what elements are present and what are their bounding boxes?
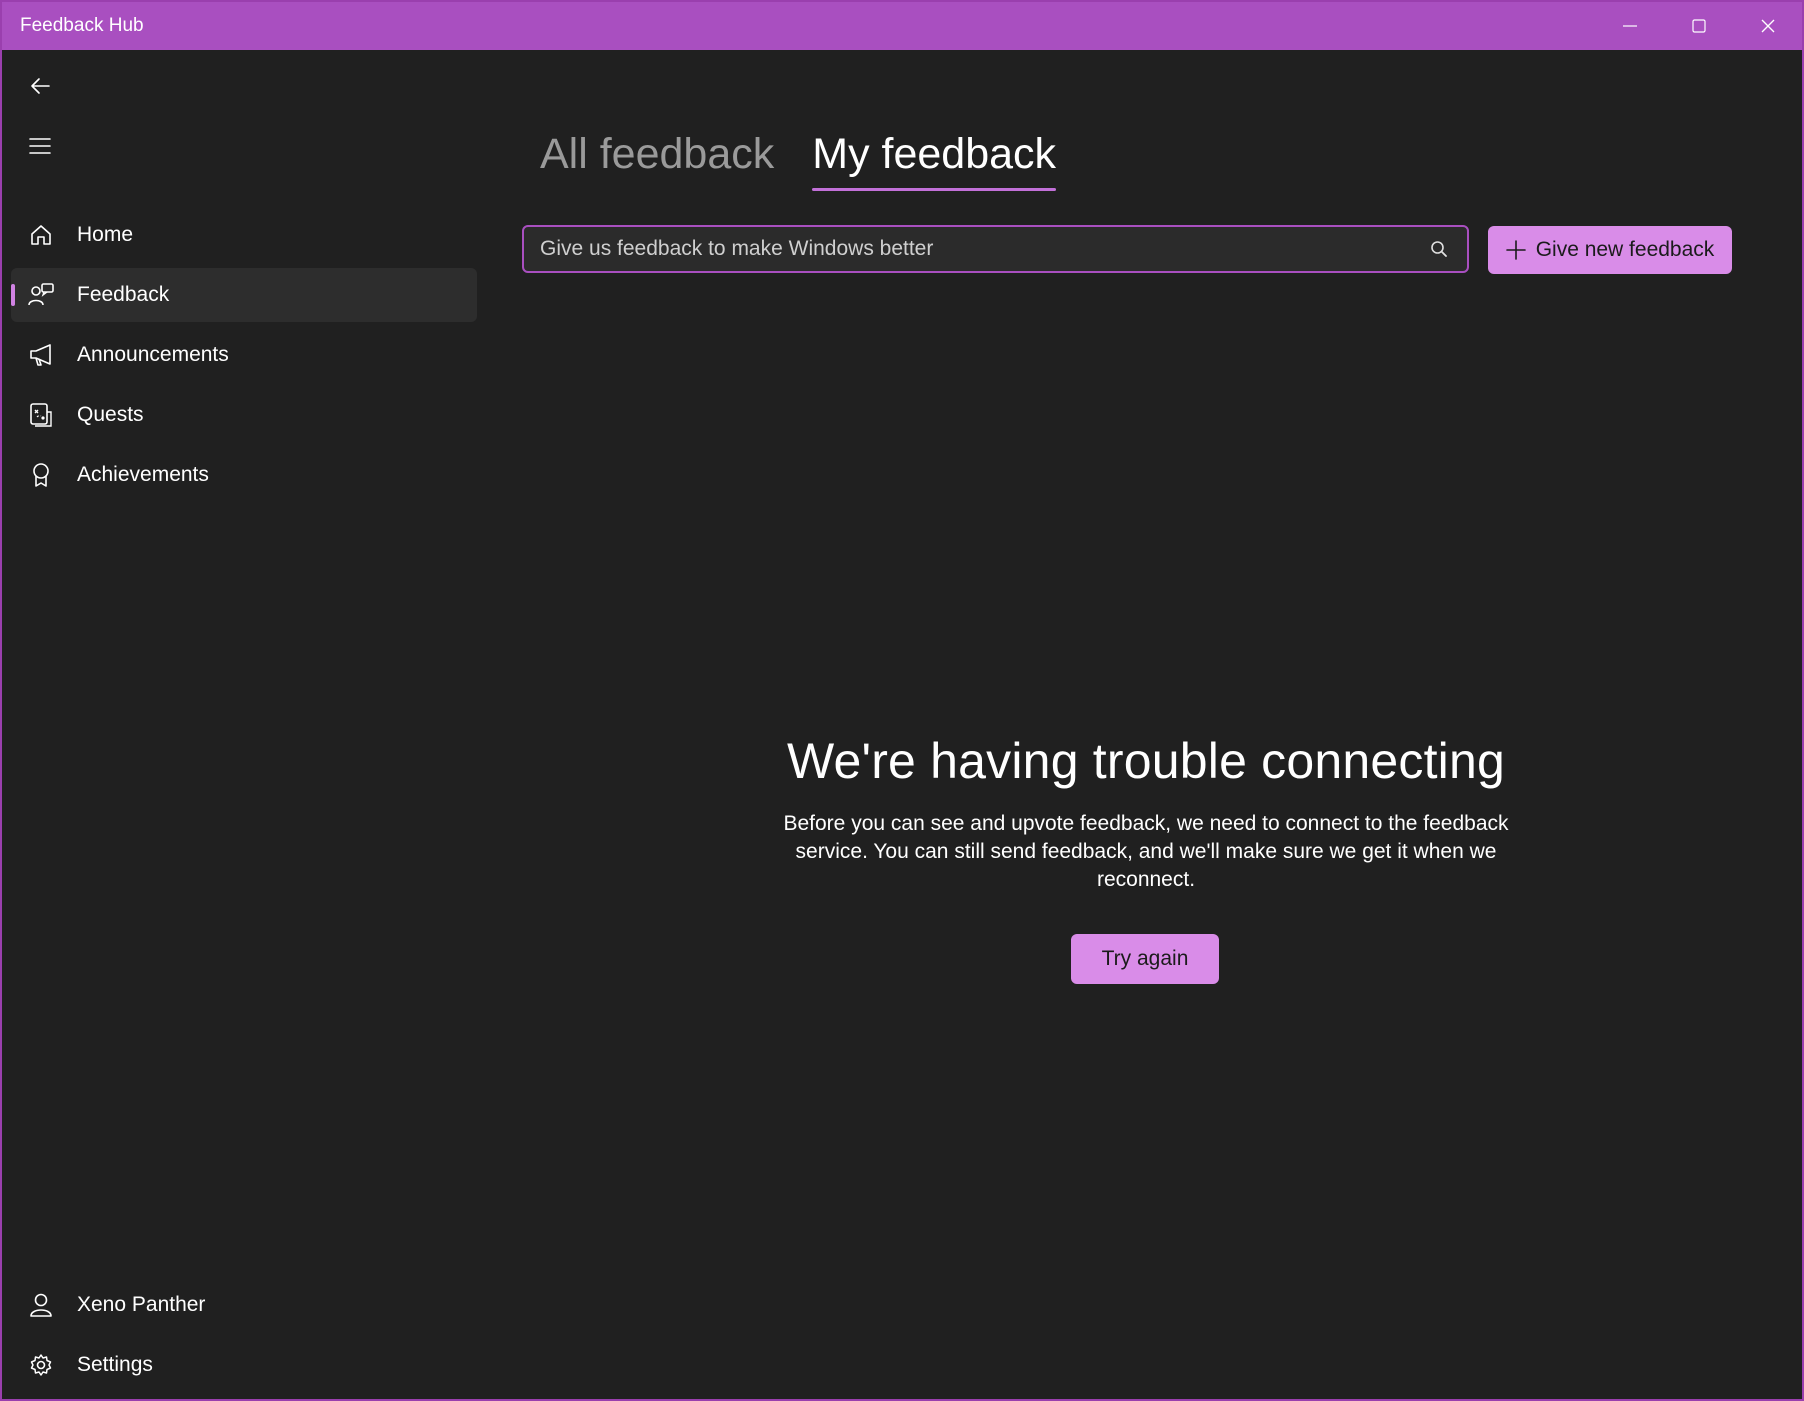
navigation-pane: Home Feedback Announcements Quests Achie… xyxy=(2,50,482,1399)
gear-icon xyxy=(28,1352,54,1378)
sidebar-item-label: Achievements xyxy=(77,463,209,486)
search-icon[interactable] xyxy=(1419,229,1459,269)
home-icon xyxy=(28,222,54,248)
sidebar-item-achievements[interactable]: Achievements xyxy=(11,448,477,502)
sidebar-item-home[interactable]: Home xyxy=(11,208,477,262)
sidebar-item-quests[interactable]: Quests xyxy=(11,388,477,442)
menu-button[interactable] xyxy=(22,128,58,164)
app-window: Feedback Hub Home Feedback Announcements… xyxy=(0,0,1804,1401)
minimize-icon xyxy=(1622,25,1637,27)
quest-icon xyxy=(28,402,54,428)
sidebar-item-settings[interactable]: Settings xyxy=(11,1338,477,1392)
error-heading: We're having trouble connecting xyxy=(786,733,1506,789)
selection-indicator xyxy=(11,284,15,306)
sidebar-item-label: Settings xyxy=(77,1353,153,1376)
close-button[interactable] xyxy=(1733,2,1802,50)
feedback-icon xyxy=(28,282,54,308)
sidebar-item-label: Xeno Panther xyxy=(77,1293,206,1316)
window-title: Feedback Hub xyxy=(20,15,144,36)
minimize-button[interactable] xyxy=(1595,2,1664,50)
sidebar-item-feedback[interactable]: Feedback xyxy=(11,268,477,322)
tab-label: My feedback xyxy=(812,130,1057,178)
window-controls xyxy=(1595,2,1802,50)
megaphone-icon xyxy=(28,342,54,368)
sidebar-item-label: Quests xyxy=(77,403,144,426)
title-bar: Feedback Hub xyxy=(2,2,1802,50)
feedback-tabs: All feedback My feedback xyxy=(540,130,1057,191)
sidebar-item-label: Announcements xyxy=(77,343,229,366)
award-icon xyxy=(28,462,54,488)
close-icon xyxy=(1761,19,1774,33)
sidebar-item-label: Feedback xyxy=(77,283,170,306)
search-input[interactable] xyxy=(524,226,1419,272)
tab-all-feedback[interactable]: All feedback xyxy=(540,130,774,185)
try-again-button[interactable]: Try again xyxy=(1071,934,1219,984)
maximize-button[interactable] xyxy=(1664,2,1733,50)
sidebar-item-account[interactable]: Xeno Panther xyxy=(11,1278,477,1332)
give-new-feedback-button[interactable]: Give new feedback xyxy=(1488,226,1732,274)
sidebar-item-label: Home xyxy=(77,223,134,246)
connection-error-message: We're having trouble connecting Before y… xyxy=(762,732,1530,894)
back-arrow-icon xyxy=(31,78,50,94)
button-label: Give new feedback xyxy=(1535,238,1715,261)
back-button[interactable] xyxy=(22,68,58,104)
tab-active-underline xyxy=(812,188,1057,191)
button-label: Try again xyxy=(1101,947,1189,970)
plus-icon xyxy=(1505,240,1526,260)
search-box xyxy=(522,225,1469,273)
error-description: Before you can see and upvote feedback, … xyxy=(783,812,1509,891)
user-icon xyxy=(28,1292,54,1318)
tab-my-feedback[interactable]: My feedback xyxy=(812,130,1057,191)
tab-label: All feedback xyxy=(540,130,775,178)
maximize-icon xyxy=(1691,19,1706,33)
sidebar-item-announcements[interactable]: Announcements xyxy=(11,328,477,382)
hamburger-icon xyxy=(29,138,51,154)
